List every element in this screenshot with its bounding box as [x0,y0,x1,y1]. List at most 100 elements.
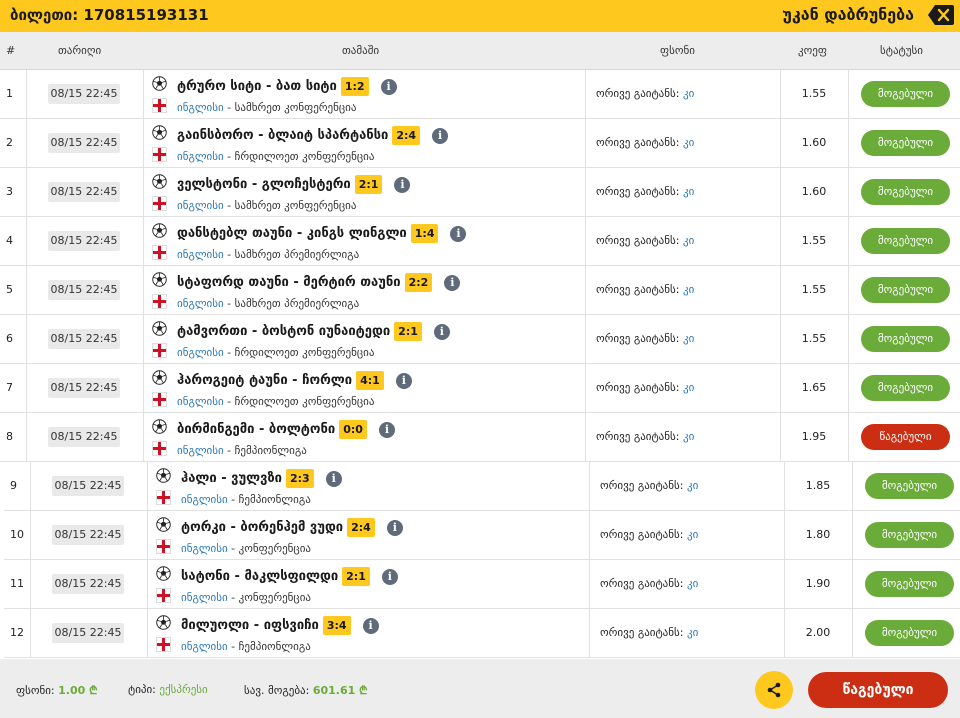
country-link[interactable]: ინგლისი [181,640,228,653]
match-name: სტაფორდ თაუნი - მერტირ თაუნი [177,275,401,290]
country-link[interactable]: ინგლისი [177,297,224,310]
row-number: 11 [10,577,24,590]
bet-cell: ორივე გაიტანს: კი [596,381,694,394]
win-info: სავ. მოგება: 601.61 ₾ [244,683,368,698]
info-icon[interactable]: i [450,225,467,242]
back-button[interactable]: უკან დაბრუნება [782,5,914,24]
country-link[interactable]: ინგლისი [181,542,228,555]
bet-cell: ორივე გაიტანს: კი [600,626,698,639]
coefficient: 1.55 [801,283,827,296]
country-link[interactable]: ინგლისი [177,395,224,408]
status-badge: მოგებული [865,620,954,646]
soccer-ball-icon [156,615,171,630]
bet-value: კი [682,430,695,443]
bet-value: კი [686,626,699,639]
info-icon[interactable]: i [325,470,342,487]
league-info: ინგლისი - სამხრეთ პრემიერლიგა [177,248,360,261]
info-icon[interactable]: i [380,78,397,95]
info-icon[interactable]: i [432,127,449,144]
info-icon[interactable]: i [444,274,461,291]
ticket-number: ბილეთი: 170815193131 [10,6,209,24]
bet-cell: ორივე გაიტანს: კი [596,87,694,100]
win-label: სავ. მოგება: [244,684,310,697]
match-name: გაინსბორო - ბლაიტ სპარტანსი [177,128,389,143]
country-link[interactable]: ინგლისი [181,591,228,604]
row-number: 2 [6,136,13,149]
match-name: ბირმინგემი - ბოლტონი [177,422,336,437]
bet-value: კი [682,381,695,394]
info-icon[interactable]: i [433,323,450,340]
match-date: 08/15 22:45 [52,574,124,594]
england-flag-icon [152,294,167,309]
status-badge: მოგებული [861,228,950,254]
table-header: # თარიღი თამაში ფსონი კოეფ სტატუსი [0,32,960,70]
country-link[interactable]: ინგლისი [177,150,224,163]
info-icon[interactable]: i [362,617,379,634]
score-badge: 2:3 [285,469,314,488]
ticket-result-button[interactable]: წაგებული [808,672,948,708]
win-value: 601.61 ₾ [312,684,368,697]
status-badge: მოგებული [865,571,954,597]
bet-label: ორივე გაიტანს: [596,234,680,247]
score-badge: 2:4 [347,518,375,537]
score-badge: 4:1 [356,371,384,390]
match-name: სატონი - მაკლსფილდი [181,569,339,584]
bet-value: კი [686,479,699,492]
match-name: ტრურო სიტი - ბათ სიტი [177,79,337,94]
soccer-ball-icon [156,517,171,532]
table-row: 7 08/15 22:45 ჰაროგეიტ ტაუნი - ჩორლი 4:1 i… [0,364,960,413]
table-row: 3 08/15 22:45 ველსტონი - გლოჩესტერი 2:1 i … [0,168,960,217]
country-link[interactable]: ინგლისი [177,346,224,359]
share-button[interactable] [755,671,793,709]
league-name: სამხრეთ პრემიერლიგა [234,297,360,310]
bet-cell: ორივე გაიტანს: კი [596,332,694,345]
share-icon [767,682,781,698]
england-flag-icon [152,245,167,260]
score-badge: 1:2 [340,77,369,96]
match-name: ჰალი - ვულვზი [181,471,282,486]
status-badge: მოგებული [861,179,950,205]
info-icon[interactable]: i [394,176,411,193]
soccer-ball-icon [152,125,167,140]
match-name: ტორკი - ბორენჰემ ვუდი [181,520,344,535]
country-link[interactable]: ინგლისი [177,101,224,114]
score-badge: 2:1 [342,567,370,586]
country-link[interactable]: ინგლისი [177,199,224,212]
match-name: ტამვორთი - ბოსტონ იუნაიტედი [177,324,391,339]
bet-label: ორივე გაიტანს: [596,283,680,296]
england-flag-icon [156,637,171,652]
match-date: 08/15 22:45 [48,427,120,447]
table-row: 5 08/15 22:45 სტაფორდ თაუნი - მერტირ თაუ… [0,266,960,315]
country-link[interactable]: ინგლისი [177,248,224,261]
table-row: 4 08/15 22:45 დანსტებლ თაუნი - კინგს ლინ… [0,217,960,266]
type-info: ტიპი: ექსპრესი [128,683,208,696]
row-number: 5 [6,283,13,296]
info-icon[interactable]: i [395,372,412,389]
row-number: 12 [10,626,24,639]
country-link[interactable]: ინგლისი [181,493,228,506]
league-name: სამხრეთ კონფერენცია [234,101,357,114]
bet-label: ორივე გაიტანს: [596,332,680,345]
bet-value: კი [686,577,699,590]
score-badge: 0:0 [339,420,367,439]
league-info: ინგლისი - ჩრდილოეთ კონფერენცია [177,346,375,359]
bet-label: ორივე გაიტანს: [596,136,680,149]
match-date: 08/15 22:45 [48,231,120,251]
type-label: ტიპი: [128,683,156,696]
england-flag-icon [152,196,167,211]
bet-cell: ორივე გაიტანს: კი [596,136,694,149]
england-flag-icon [152,98,167,113]
coefficient: 2.00 [805,626,831,639]
table-row: 8 08/15 22:45 ბირმინგემი - ბოლტონი 0:0 i ი… [0,413,960,462]
stake-info: ფსონი: 1.00 ₾ [16,683,98,698]
info-icon[interactable]: i [381,568,398,585]
row-number: 4 [6,234,13,247]
info-icon[interactable]: i [386,519,403,536]
row-number: 1 [6,87,13,100]
england-flag-icon [156,490,171,505]
bet-cell: ორივე გაიტანს: კი [596,185,694,198]
close-x-icon[interactable] [928,4,954,26]
info-icon[interactable]: i [378,421,395,438]
country-link[interactable]: ინგლისი [177,444,224,457]
league-info: ინგლისი - ჩრდილოეთ კონფერენცია [177,150,375,163]
